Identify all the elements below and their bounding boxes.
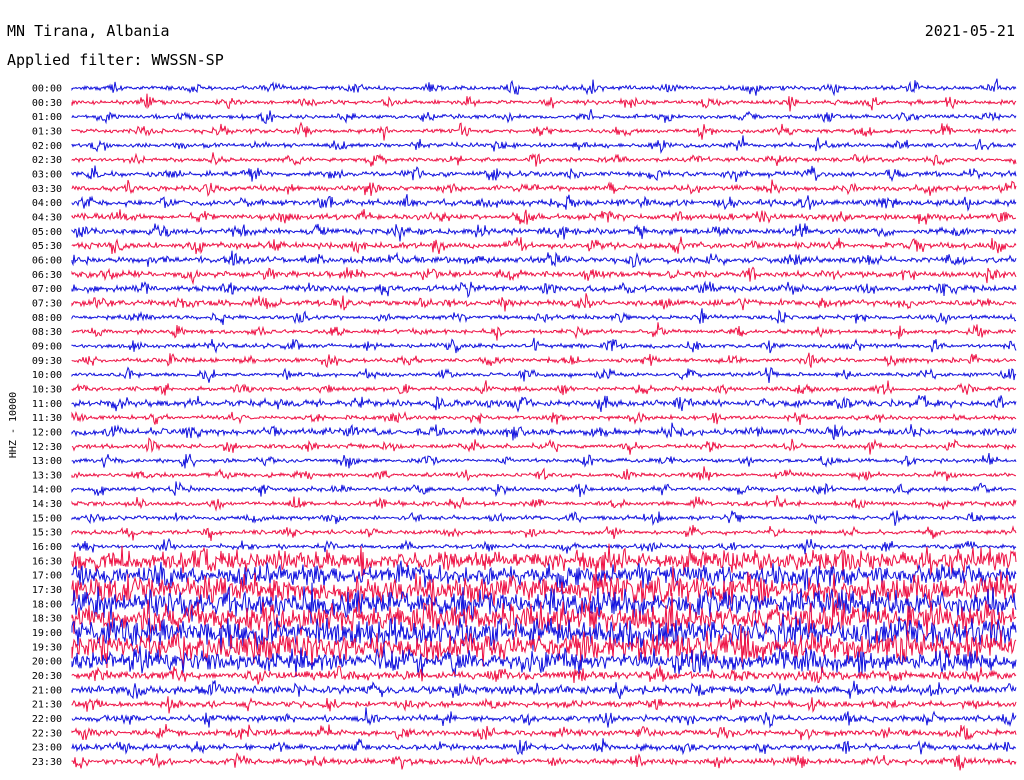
station-title: MN Tirana, Albania bbox=[7, 22, 170, 40]
time-label: 21:00 bbox=[32, 685, 62, 696]
trace-line bbox=[71, 437, 1017, 455]
seismogram-plot: 00:00 00:30 01:00 01:30 02:00 02:30 03:00 03:30… bbox=[8, 78, 1017, 771]
trace-line bbox=[71, 194, 1017, 212]
trace-line bbox=[71, 223, 1017, 242]
date-label: 2021-05-21 bbox=[924, 22, 1015, 40]
trace-line bbox=[71, 280, 1017, 299]
time-label: 16:30 bbox=[32, 556, 62, 567]
trace-line bbox=[71, 135, 1017, 154]
time-label: 18:00 bbox=[32, 599, 62, 610]
trace-line bbox=[71, 481, 1017, 498]
time-label: 23:30 bbox=[32, 757, 62, 768]
trace-line bbox=[71, 308, 1017, 326]
time-label: 15:00 bbox=[32, 513, 62, 524]
time-label: 07:30 bbox=[32, 298, 62, 309]
trace-line bbox=[71, 466, 1017, 482]
trace-line bbox=[71, 93, 1017, 112]
time-label: 06:00 bbox=[32, 256, 62, 267]
trace-line bbox=[71, 724, 1017, 741]
time-label: 11:00 bbox=[32, 399, 62, 410]
time-label: 02:00 bbox=[32, 141, 62, 152]
trace-line bbox=[71, 380, 1017, 396]
trace-line bbox=[71, 152, 1017, 167]
time-label: 18:30 bbox=[32, 614, 62, 625]
trace-line bbox=[71, 109, 1017, 125]
time-label: 01:00 bbox=[32, 112, 62, 123]
time-label: 07:00 bbox=[32, 284, 62, 295]
trace-line bbox=[71, 752, 1017, 771]
time-label: 10:00 bbox=[32, 370, 62, 381]
time-label: 05:00 bbox=[32, 227, 62, 238]
time-label: 19:00 bbox=[32, 628, 62, 639]
time-label: 10:30 bbox=[32, 384, 62, 395]
trace-line bbox=[71, 337, 1017, 354]
time-label: 17:00 bbox=[32, 571, 62, 582]
trace-line bbox=[71, 495, 1017, 512]
time-label: 08:00 bbox=[32, 313, 62, 324]
time-label: 17:30 bbox=[32, 585, 62, 596]
time-label: 03:00 bbox=[32, 170, 62, 181]
trace-line bbox=[71, 707, 1017, 729]
time-label: 22:00 bbox=[32, 714, 62, 725]
time-label: 20:30 bbox=[32, 671, 62, 682]
trace-line bbox=[71, 395, 1017, 413]
time-label: 13:00 bbox=[32, 456, 62, 467]
trace-line bbox=[71, 121, 1017, 141]
trace-line bbox=[71, 537, 1017, 555]
time-label: 09:00 bbox=[32, 341, 62, 352]
time-label: 06:30 bbox=[32, 270, 62, 281]
time-label: 14:00 bbox=[32, 485, 62, 496]
traces-layer bbox=[71, 78, 1017, 771]
trace-line bbox=[71, 510, 1017, 527]
trace-line bbox=[71, 738, 1017, 756]
trace-line bbox=[71, 453, 1017, 469]
channel-label: HHZ - 10000 bbox=[8, 392, 19, 458]
time-label: 19:30 bbox=[32, 642, 62, 653]
trace-line bbox=[71, 236, 1017, 255]
time-label: 08:30 bbox=[32, 327, 62, 338]
trace-line bbox=[71, 209, 1016, 225]
time-label: 04:00 bbox=[32, 198, 62, 209]
trace-line bbox=[71, 696, 1017, 714]
trace-line bbox=[71, 366, 1017, 384]
trace-line bbox=[71, 680, 1017, 700]
trace-line bbox=[71, 293, 1017, 312]
time-label: 01:30 bbox=[32, 127, 62, 138]
trace-line bbox=[71, 165, 1017, 183]
time-label: 12:30 bbox=[32, 442, 62, 453]
time-label: 02:30 bbox=[32, 155, 62, 166]
time-label: 12:00 bbox=[32, 427, 62, 438]
trace-line bbox=[71, 422, 1017, 441]
filter-label: Applied filter: WWSSN-SP bbox=[7, 51, 224, 69]
time-label: 23:00 bbox=[32, 743, 62, 754]
time-label: 05:30 bbox=[32, 241, 62, 252]
time-label: 11:30 bbox=[32, 413, 62, 424]
time-label: 03:30 bbox=[32, 184, 62, 195]
time-label: 21:30 bbox=[32, 700, 62, 711]
time-label: 00:30 bbox=[32, 98, 62, 109]
time-label: 14:30 bbox=[32, 499, 62, 510]
trace-line bbox=[71, 250, 1017, 269]
time-label: 15:30 bbox=[32, 528, 62, 539]
trace-line bbox=[71, 266, 1017, 286]
time-label: 22:30 bbox=[32, 728, 62, 739]
trace-line bbox=[71, 645, 1017, 678]
trace-line bbox=[71, 410, 1017, 426]
trace-line bbox=[71, 524, 1017, 541]
time-label: 00:00 bbox=[32, 84, 62, 95]
trace-line bbox=[71, 179, 1017, 197]
time-labels: 00:00 00:30 01:00 01:30 02:00 02:30 03:00 03:30… bbox=[32, 84, 62, 769]
trace-line bbox=[71, 352, 1017, 369]
trace-line bbox=[71, 322, 1017, 341]
trace-line bbox=[71, 78, 1017, 97]
time-label: 20:00 bbox=[32, 657, 62, 668]
time-label: 16:00 bbox=[32, 542, 62, 553]
time-label: 04:30 bbox=[32, 213, 62, 224]
time-label: 09:30 bbox=[32, 356, 62, 367]
time-label: 13:30 bbox=[32, 470, 62, 481]
